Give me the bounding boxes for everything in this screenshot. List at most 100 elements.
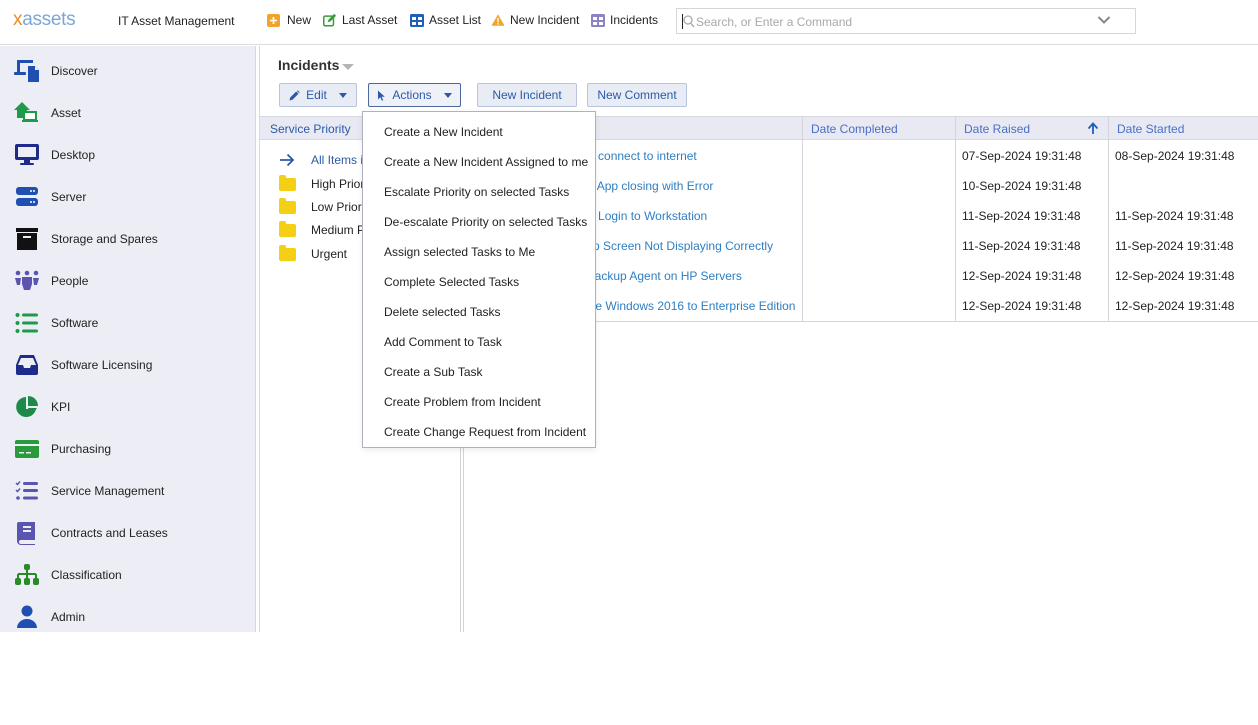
sidebar-item-desktop[interactable]: Desktop: [0, 134, 256, 176]
server-icon: [13, 184, 41, 210]
cell-date-raised: 12-Sep-2024 19:31:48: [962, 299, 1082, 313]
command-search-box[interactable]: [676, 8, 1136, 34]
new-comment-button-label: New Comment: [597, 88, 677, 102]
sidebar-item-software-licensing[interactable]: Software Licensing: [0, 344, 256, 386]
sidebar-item-label: Server: [51, 190, 87, 204]
sidebar-item-label: KPI: [51, 400, 71, 414]
new-incident-button[interactable]: New Incident: [477, 83, 577, 107]
sidebar-item-classification[interactable]: Classification: [0, 554, 256, 596]
column-header-date-completed[interactable]: Date Completed: [811, 122, 898, 136]
quick-link-asset-list[interactable]: Asset List: [410, 13, 481, 27]
menu-item-label: Create Problem from Incident: [384, 395, 541, 409]
checklist-icon: [13, 478, 41, 504]
sidebar-item-label: Desktop: [51, 148, 96, 162]
sidebar-item-admin[interactable]: Admin: [0, 596, 256, 638]
menu-item-assign-selected-tasks-to-me[interactable]: Assign selected Tasks to Me: [363, 234, 595, 264]
sidebar-item-discover[interactable]: Discover: [0, 50, 256, 92]
quick-link-last-asset[interactable]: Last Asset: [323, 13, 397, 27]
menu-item-complete-selected-tasks[interactable]: Complete Selected Tasks: [363, 264, 595, 294]
search-input[interactable]: [696, 13, 1096, 30]
sidebar-item-label: Asset: [51, 106, 82, 120]
menu-item-create-new-incident-assigned-to-me[interactable]: Create a New Incident Assigned to me: [363, 144, 595, 174]
menu-item-delete-selected-tasks[interactable]: Delete selected Tasks: [363, 294, 595, 324]
text-cursor: [682, 14, 683, 29]
sidebar-item-label: Contracts and Leases: [51, 526, 168, 540]
menu-item-label: Create a Sub Task: [384, 365, 483, 379]
caret-down-icon: [443, 92, 452, 98]
table-icon: [591, 13, 605, 27]
cell-date-started: 08-Sep-2024 19:31:48: [1115, 149, 1235, 163]
warning-triangle-icon: [491, 13, 505, 27]
credit-card-icon: [13, 436, 41, 462]
top-bar: xassets IT Asset Management New Last Ass…: [0, 0, 1258, 45]
menu-item-label: Create a New Incident Assigned to me: [384, 155, 589, 169]
actions-button[interactable]: Actions: [368, 83, 461, 107]
sitemap-icon: [13, 562, 41, 588]
chevron-down-icon[interactable]: [1097, 15, 1111, 25]
sidebar-item-asset[interactable]: Asset: [0, 92, 256, 134]
book-icon: [13, 520, 41, 546]
menu-item-label: Create a New Incident: [384, 125, 503, 139]
devices-icon: [13, 58, 41, 84]
sidebar-item-storage-and-spares[interactable]: Storage and Spares: [0, 218, 256, 260]
sidebar-item-label: Service Management: [51, 484, 165, 498]
column-header-date-raised[interactable]: Date Raised: [964, 122, 1030, 136]
sidebar-item-contracts-and-leases[interactable]: Contracts and Leases: [0, 512, 256, 554]
monitor-icon: [13, 142, 41, 168]
pencil-icon: [289, 89, 300, 100]
menu-item-label: De-escalate Priority on selected Tasks: [384, 215, 588, 229]
sidebar-item-purchasing[interactable]: Purchasing: [0, 428, 256, 470]
sidebar-item-kpi[interactable]: KPI: [0, 386, 256, 428]
caret-down-icon: [338, 92, 347, 98]
cell-date-raised: 07-Sep-2024 19:31:48: [962, 149, 1082, 163]
cell-date-raised: 11-Sep-2024 19:31:48: [962, 239, 1081, 253]
pointer-cursor-icon: [378, 90, 386, 101]
arrow-right-icon: [278, 152, 296, 168]
menu-item-create-sub-task[interactable]: Create a Sub Task: [363, 354, 595, 384]
sidebar-item-label: Software Licensing: [51, 358, 153, 372]
page-title: Incidents: [278, 57, 340, 73]
pie-chart-icon: [13, 394, 41, 420]
menu-item-label: Escalate Priority on selected Tasks: [384, 185, 570, 199]
menu-item-create-problem-from-incident[interactable]: Create Problem from Incident: [363, 384, 595, 414]
menu-item-label: Assign selected Tasks to Me: [384, 245, 536, 259]
sidebar-item-software[interactable]: Software: [0, 302, 256, 344]
cell-date-raised: 10-Sep-2024 19:31:48: [962, 179, 1082, 193]
new-incident-button-label: New Incident: [492, 88, 562, 102]
sidebar-item-label: Classification: [51, 568, 122, 582]
sort-ascending-arrow-icon[interactable]: [1087, 122, 1099, 135]
actions-dropdown-menu: Create a New Incident Create a New Incid…: [362, 111, 596, 448]
menu-item-label: Add Comment to Task: [384, 335, 502, 349]
cell-date-started: 11-Sep-2024 19:31:48: [1115, 239, 1234, 253]
xassets-logo[interactable]: xassets: [13, 9, 76, 31]
new-comment-button[interactable]: New Comment: [587, 83, 687, 107]
title-dropdown-caret-icon[interactable]: [342, 64, 354, 70]
logo-text: assets: [22, 9, 76, 30]
menu-item-de-escalate-priority[interactable]: De-escalate Priority on selected Tasks: [363, 204, 595, 234]
cell-date-raised: 12-Sep-2024 19:31:48: [962, 269, 1082, 283]
sidebar-item-label: Purchasing: [51, 442, 112, 456]
menu-item-create-change-request-from-incident[interactable]: Create Change Request from Incident: [363, 414, 595, 444]
app-title[interactable]: IT Asset Management: [118, 14, 235, 28]
sidebar-item-service-management[interactable]: Service Management: [0, 470, 256, 512]
menu-item-escalate-priority[interactable]: Escalate Priority on selected Tasks: [363, 174, 595, 204]
menu-item-label: Complete Selected Tasks: [384, 275, 520, 289]
plus-square-icon: [266, 13, 280, 27]
quick-link-label: New: [287, 13, 312, 27]
edit-button[interactable]: Edit: [279, 83, 357, 107]
sidebar-item-label: Admin: [51, 610, 86, 624]
sidebar-item-label: Software: [51, 316, 99, 330]
column-header-date-started[interactable]: Date Started: [1117, 122, 1184, 136]
menu-item-label: Delete selected Tasks: [384, 305, 501, 319]
menu-item-add-comment-to-task[interactable]: Add Comment to Task: [363, 324, 595, 354]
user-icon: [13, 604, 41, 630]
quick-link-new-incident[interactable]: New Incident: [491, 13, 579, 27]
edit-square-icon: [323, 13, 337, 27]
sidebar-item-people[interactable]: People: [0, 260, 256, 302]
menu-item-create-new-incident[interactable]: Create a New Incident: [363, 114, 595, 144]
quick-link-new[interactable]: New: [266, 13, 311, 27]
folder-icon: [278, 174, 296, 191]
sidebar-item-server[interactable]: Server: [0, 176, 256, 218]
quick-link-incidents[interactable]: Incidents: [591, 13, 658, 27]
table-icon: [410, 13, 424, 27]
